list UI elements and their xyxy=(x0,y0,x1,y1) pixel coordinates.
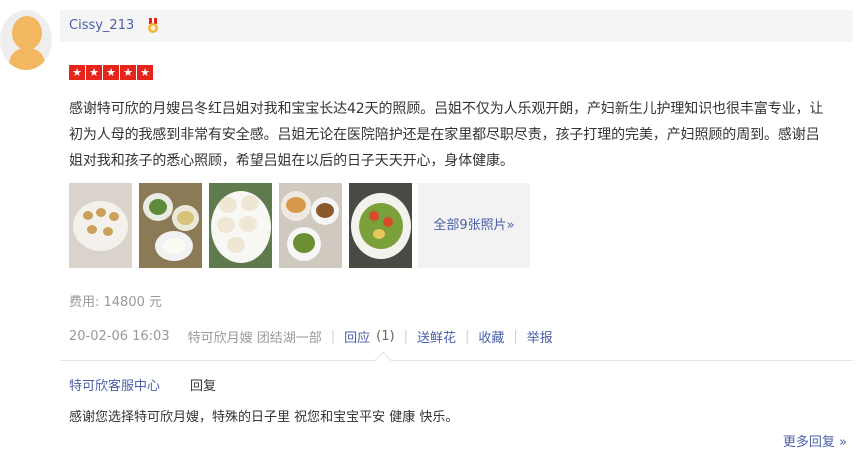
reply-label: 回复 xyxy=(190,379,217,394)
report-button[interactable]: 举报 xyxy=(527,327,553,346)
separator: | xyxy=(330,329,336,344)
star-rating: ★ ★ ★ ★ ★ xyxy=(69,65,153,80)
favorite-button[interactable]: 收藏 xyxy=(478,327,504,346)
review-text: 感谢特可欣的月嫂吕冬红吕姐对我和宝宝长达42天的照顾。吕姐不仅为人乐观开朗，产妇… xyxy=(69,101,824,169)
reply-button[interactable]: 回应 xyxy=(344,327,370,346)
star-icon: ★ xyxy=(137,65,153,80)
review-meta: 20-02-06 16:03 特可欣月嫂 团结湖一部 | 回应 (1) | 送鲜… xyxy=(69,327,553,346)
star-icon: ★ xyxy=(69,65,85,80)
separator: | xyxy=(513,329,518,344)
photo-thumbnail[interactable] xyxy=(279,183,342,268)
photo-thumbnail[interactable] xyxy=(349,183,412,268)
photo-thumbnail[interactable] xyxy=(69,183,132,268)
separator: | xyxy=(403,329,408,344)
medal-icon xyxy=(148,18,158,33)
reply-text: 感谢您选择特可欣月嫂，特殊的日子里 祝您和宝宝平安 健康 快乐。 xyxy=(69,410,459,425)
photo-thumbnail[interactable] xyxy=(209,183,272,268)
star-icon: ★ xyxy=(86,65,102,80)
avatar[interactable] xyxy=(0,10,52,70)
avatar-head-shape xyxy=(12,16,42,50)
reply-count: (1) xyxy=(376,329,395,344)
send-flower-button[interactable]: 送鲜花 xyxy=(417,327,456,346)
reply-pointer xyxy=(374,351,392,369)
username-link[interactable]: Cissy_213 xyxy=(69,18,134,33)
all-photos-link[interactable]: 全部9张照片» xyxy=(418,183,530,268)
star-icon: ★ xyxy=(120,65,136,80)
photo-thumbnails xyxy=(69,183,412,268)
shop-name: 特可欣月嫂 团结湖一部 xyxy=(187,331,322,346)
reply-author-link[interactable]: 特可欣客服中心 xyxy=(69,375,160,394)
review-date: 20-02-06 16:03 xyxy=(69,329,170,344)
reply-box: 特可欣客服中心 回复 感谢您选择特可欣月嫂，特殊的日子里 祝您和宝宝平安 健康 … xyxy=(60,351,853,453)
avatar-body-shape xyxy=(9,48,45,70)
fee-text: 费用: 14800 元 xyxy=(69,295,162,310)
more-replies-link[interactable]: 更多回复 » xyxy=(783,431,847,450)
review-header: Cissy_213 xyxy=(60,10,853,42)
star-icon: ★ xyxy=(103,65,119,80)
separator: | xyxy=(464,329,470,344)
photo-thumbnail[interactable] xyxy=(139,183,202,268)
